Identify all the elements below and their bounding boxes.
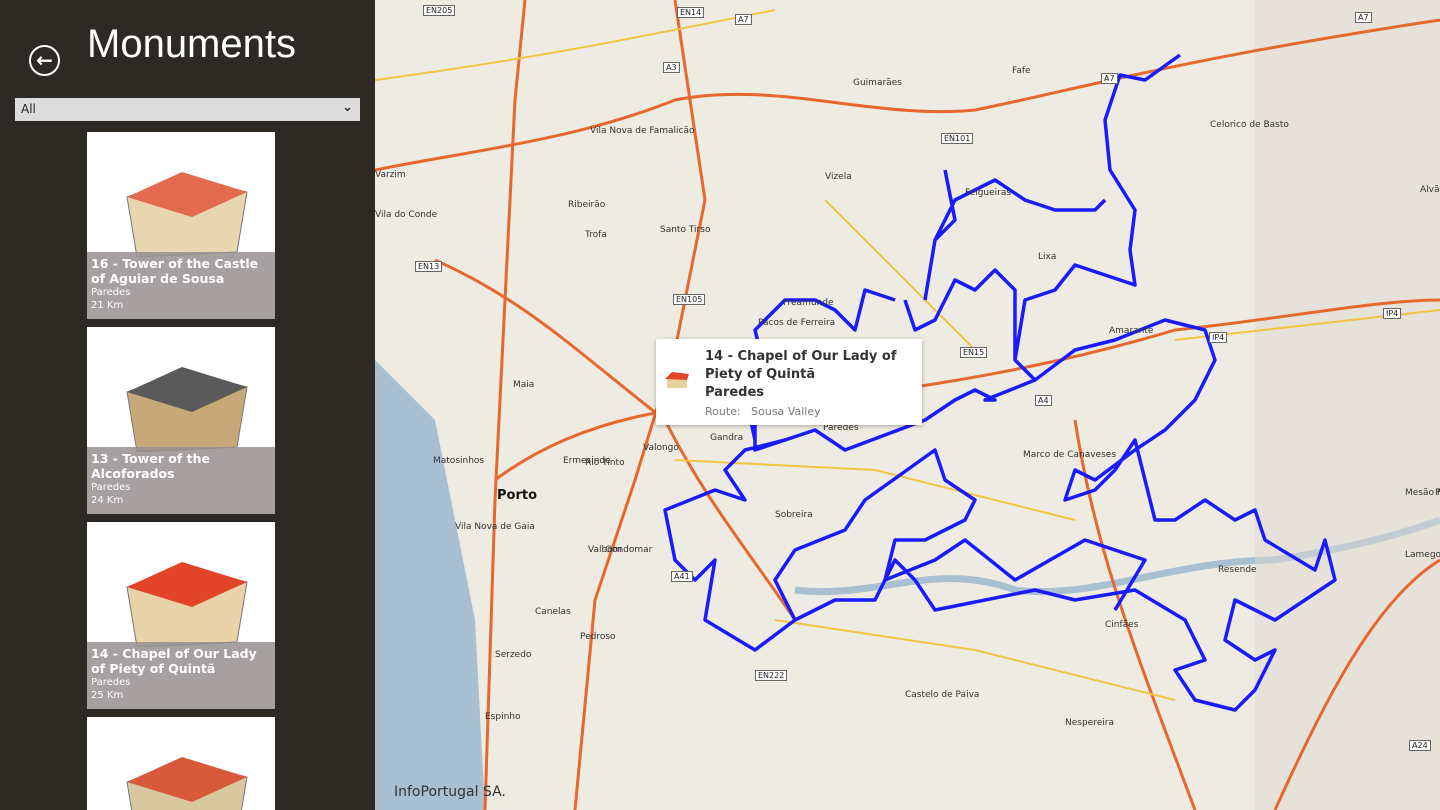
place-label: Vila Nova de Gaia bbox=[455, 522, 535, 532]
place-label: Valbom bbox=[588, 545, 622, 555]
place-label: Santo Tirso bbox=[660, 225, 711, 235]
back-button[interactable]: ← bbox=[29, 45, 60, 76]
road-label: A24 bbox=[1409, 740, 1431, 751]
monument-place: Paredes bbox=[91, 482, 131, 493]
place-label: Vila Nova de Famalicão bbox=[590, 126, 695, 136]
monument-popup[interactable]: 14 - Chapel of Our Lady of Piety of Quin… bbox=[656, 339, 922, 425]
place-label: Pacos de Ferreira bbox=[758, 318, 836, 328]
road-label: A41 bbox=[671, 571, 693, 582]
arrow-left-circle-icon: ← bbox=[36, 48, 53, 72]
chevron-down-icon: ⌄ bbox=[342, 100, 353, 115]
place-label: Lamego bbox=[1405, 550, 1440, 560]
monument-image bbox=[126, 367, 248, 452]
road-label: A7 bbox=[735, 14, 752, 25]
popup-route: Sousa Valley bbox=[751, 405, 821, 418]
place-label: Gandra bbox=[710, 433, 744, 443]
chapel-icon bbox=[665, 372, 689, 388]
place-label: Vizela bbox=[825, 172, 852, 182]
map[interactable]: Porto Maia Matosinhos Vila Nova de Gaia Gond… bbox=[375, 0, 1440, 810]
road-label: A4 bbox=[1035, 395, 1052, 406]
monument-card[interactable]: 13 - Tower of the Alcoforados Paredes 24 K… bbox=[87, 327, 275, 514]
place-label: Porto bbox=[497, 488, 538, 503]
place-label: Marco de Canaveses bbox=[1023, 450, 1117, 460]
place-label: Maia bbox=[513, 380, 535, 390]
place-label: Resende bbox=[1218, 565, 1257, 575]
place-label: Canelas bbox=[535, 607, 571, 617]
place-label: Cinfães bbox=[1105, 620, 1139, 630]
place-label: Sobreira bbox=[775, 510, 813, 520]
place-label: Valongo bbox=[643, 443, 679, 453]
place-label: Felgueiras bbox=[965, 188, 1012, 198]
popup-route-label: Route: bbox=[705, 405, 741, 418]
popup-title: 14 - Chapel of Our Lady of Piety of Quin… bbox=[705, 349, 897, 382]
monument-distance: 21 Km bbox=[91, 300, 124, 311]
place-label: Pedroso bbox=[580, 632, 616, 642]
monument-image bbox=[126, 562, 248, 647]
place-label: Guimarães bbox=[853, 78, 902, 88]
monument-image bbox=[126, 172, 248, 257]
place-label: Varzim bbox=[375, 170, 406, 180]
monument-card[interactable]: 16 - Tower of the Castle of Aguiar de So… bbox=[87, 132, 275, 319]
sidebar: ← Monuments All ⌄ 16 - Tower of the Castl… bbox=[0, 0, 375, 810]
place-label: Castelo de Paiva bbox=[905, 690, 980, 700]
road-label: IP4 bbox=[1383, 308, 1402, 319]
place-label: Ribeirão bbox=[568, 200, 606, 210]
place-label: Peso da Régua bbox=[1435, 488, 1440, 498]
place-label: Vila do Conde bbox=[375, 210, 438, 220]
monument-image bbox=[126, 757, 248, 810]
road-label: A7 bbox=[1101, 73, 1118, 84]
page-title: Monuments bbox=[87, 22, 296, 66]
place-label: Espinho bbox=[485, 712, 521, 722]
place-label: Lixa bbox=[1038, 252, 1057, 262]
road-label: IP4 bbox=[1209, 332, 1228, 343]
map-attribution: InfoPortugal SA. bbox=[394, 784, 506, 800]
monument-card[interactable] bbox=[87, 717, 275, 810]
monument-name: 16 - Tower of the Castle of Aguiar de So… bbox=[91, 256, 259, 286]
sea bbox=[375, 360, 485, 810]
road-label: A3 bbox=[663, 62, 680, 73]
road-label: EN13 bbox=[415, 261, 443, 272]
filter-selected: All bbox=[21, 102, 36, 116]
place-label: Freamunde bbox=[783, 298, 834, 308]
monument-distance: 25 Km bbox=[91, 690, 124, 701]
popup-place: Paredes bbox=[705, 385, 765, 400]
place-label: Amarante bbox=[1109, 326, 1154, 336]
filter-dropdown[interactable]: All ⌄ bbox=[15, 98, 360, 121]
monument-place: Paredes bbox=[91, 287, 131, 298]
place-label: Nespereira bbox=[1065, 718, 1114, 728]
place-label: Matosinhos bbox=[433, 456, 485, 466]
monument-card[interactable]: 14 - Chapel of Our Lady of Piety of Quin… bbox=[87, 522, 275, 709]
road-label: EN14 bbox=[677, 7, 705, 18]
road-label: EN105 bbox=[673, 294, 706, 305]
road-label: A7 bbox=[1355, 12, 1372, 23]
road-label: EN15 bbox=[960, 347, 988, 358]
monument-place: Paredes bbox=[91, 677, 131, 688]
place-label: Rio Tinto bbox=[585, 458, 625, 468]
place-label: Fafe bbox=[1012, 66, 1031, 76]
place-label: Serzedo bbox=[495, 650, 532, 660]
road-label: EN101 bbox=[941, 133, 974, 144]
place-label: Celorico de Basto bbox=[1210, 120, 1289, 130]
monument-name: 14 - Chapel of Our Lady of Piety of Quin… bbox=[91, 646, 257, 676]
place-label: Trofa bbox=[585, 230, 607, 240]
monument-name: 13 - Tower of the Alcoforados bbox=[91, 451, 211, 481]
road-label: EN205 bbox=[423, 5, 456, 16]
monument-distance: 24 Km bbox=[91, 495, 124, 506]
road-label: EN222 bbox=[755, 670, 788, 681]
place-label: Alvão bbox=[1420, 185, 1440, 195]
